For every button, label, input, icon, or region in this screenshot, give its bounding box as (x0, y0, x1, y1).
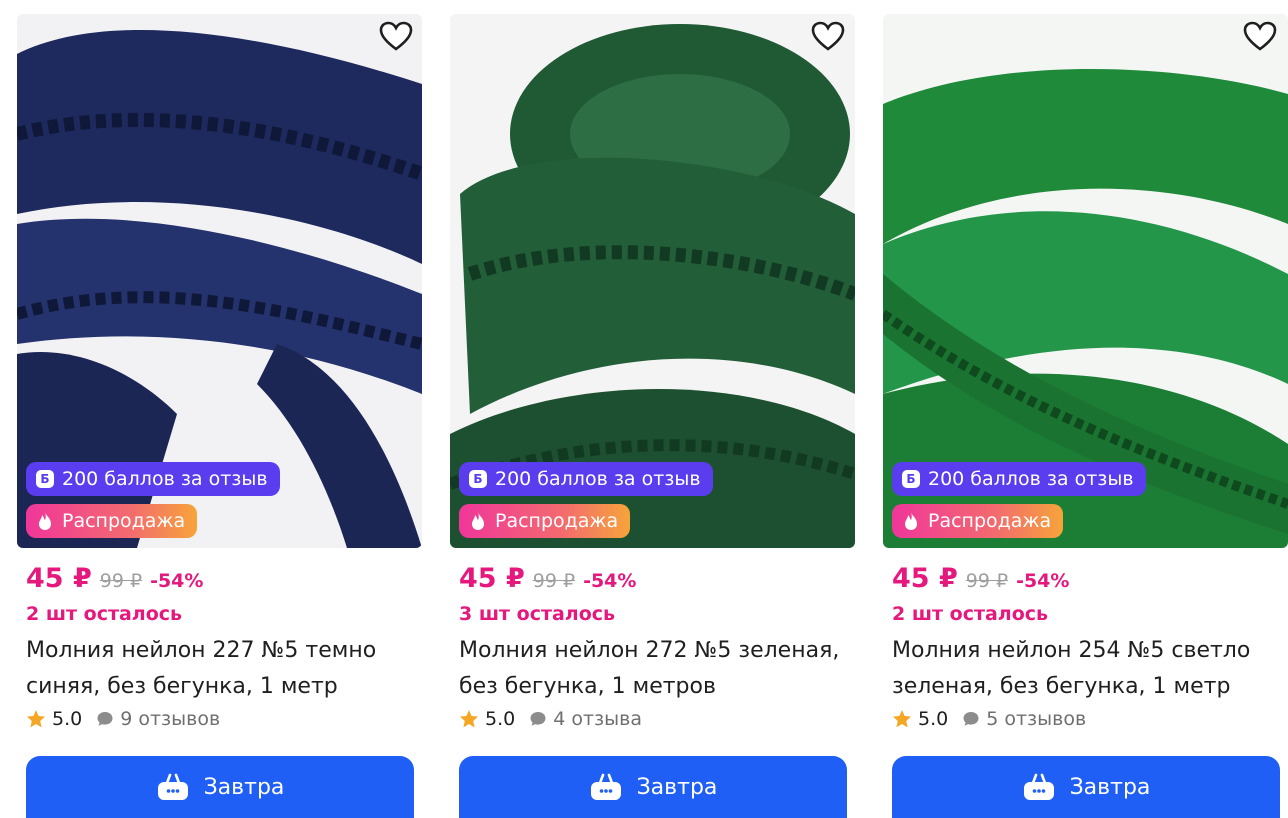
favorite-button[interactable] (377, 17, 415, 55)
favorite-button[interactable] (1241, 17, 1279, 55)
sale-badge: Распродажа (26, 504, 198, 538)
star-icon (893, 710, 911, 728)
product-card[interactable]: Б 200 баллов за отзыв Распродажа 45 ₽ 99… (450, 0, 880, 818)
rating-value: 5.0 (485, 708, 516, 730)
rating-row: 5.0 4 отзыва (459, 708, 642, 730)
points-icon: Б (902, 470, 920, 488)
product-card[interactable]: Б 200 баллов за отзыв Распродажа 45 ₽ 99… (17, 0, 447, 818)
basket-icon (1022, 772, 1056, 802)
stock-left: 3 шт осталось (459, 603, 616, 625)
sale-badge: Распродажа (892, 504, 1064, 538)
sale-badge-label: Распродажа (62, 510, 186, 532)
product-title[interactable]: Молния нейлон 272 №5 зеленая, без бегунк… (459, 633, 859, 705)
stock-left: 2 шт осталось (892, 603, 1049, 625)
old-price: 99 ₽ (99, 570, 143, 592)
stock-left: 2 шт осталось (26, 603, 183, 625)
delivery-label: Завтра (203, 774, 285, 800)
sale-badge-label: Распродажа (928, 510, 1052, 532)
comment-icon (97, 712, 113, 726)
discount: -54% (150, 570, 204, 592)
old-price: 99 ₽ (532, 570, 576, 592)
fire-icon (902, 511, 920, 531)
points-badge-label: 200 баллов за отзыв (928, 468, 1134, 490)
product-card[interactable]: Б 200 баллов за отзыв Распродажа 45 ₽ 99… (883, 0, 1288, 818)
points-badge: Б 200 баллов за отзыв (26, 462, 280, 496)
sale-badge-label: Распродажа (495, 510, 619, 532)
discount: -54% (583, 570, 637, 592)
sale-badge: Распродажа (459, 504, 631, 538)
points-badge-label: 200 баллов за отзыв (495, 468, 701, 490)
current-price: 45 ₽ (892, 563, 958, 594)
delivery-label: Завтра (636, 774, 718, 800)
points-icon: Б (36, 470, 54, 488)
favorite-button[interactable] (809, 17, 847, 55)
points-icon: Б (469, 470, 487, 488)
comment-icon (530, 712, 546, 726)
add-to-cart-button[interactable]: Завтра (459, 756, 847, 818)
fire-icon (36, 511, 54, 531)
price-row: 45 ₽ 99 ₽ -54% (26, 563, 203, 594)
basket-icon (589, 772, 623, 802)
add-to-cart-button[interactable]: Завтра (892, 756, 1280, 818)
star-icon (460, 710, 478, 728)
heart-icon (379, 21, 413, 51)
fire-icon (469, 511, 487, 531)
heart-icon (811, 21, 845, 51)
points-badge-label: 200 баллов за отзыв (62, 468, 268, 490)
rating-value: 5.0 (918, 708, 949, 730)
basket-icon (156, 772, 190, 802)
current-price: 45 ₽ (459, 563, 525, 594)
heart-icon (1243, 21, 1277, 51)
reviews-count[interactable]: 5 отзывов (986, 708, 1086, 730)
points-badge: Б 200 баллов за отзыв (459, 462, 713, 496)
reviews-count[interactable]: 9 отзывов (120, 708, 220, 730)
price-row: 45 ₽ 99 ₽ -54% (892, 563, 1069, 594)
rating-value: 5.0 (52, 708, 83, 730)
add-to-cart-button[interactable]: Завтра (26, 756, 414, 818)
delivery-label: Завтра (1069, 774, 1151, 800)
points-badge: Б 200 баллов за отзыв (892, 462, 1146, 496)
current-price: 45 ₽ (26, 563, 92, 594)
rating-row: 5.0 5 отзывов (892, 708, 1086, 730)
star-icon (27, 710, 45, 728)
price-row: 45 ₽ 99 ₽ -54% (459, 563, 636, 594)
product-title[interactable]: Молния нейлон 254 №5 светло зеленая, без… (892, 633, 1288, 705)
reviews-count[interactable]: 4 отзыва (553, 708, 642, 730)
comment-icon (963, 712, 979, 726)
product-title[interactable]: Молния нейлон 227 №5 темно синяя, без бе… (26, 633, 426, 705)
discount: -54% (1016, 570, 1070, 592)
rating-row: 5.0 9 отзывов (26, 708, 220, 730)
old-price: 99 ₽ (965, 570, 1009, 592)
